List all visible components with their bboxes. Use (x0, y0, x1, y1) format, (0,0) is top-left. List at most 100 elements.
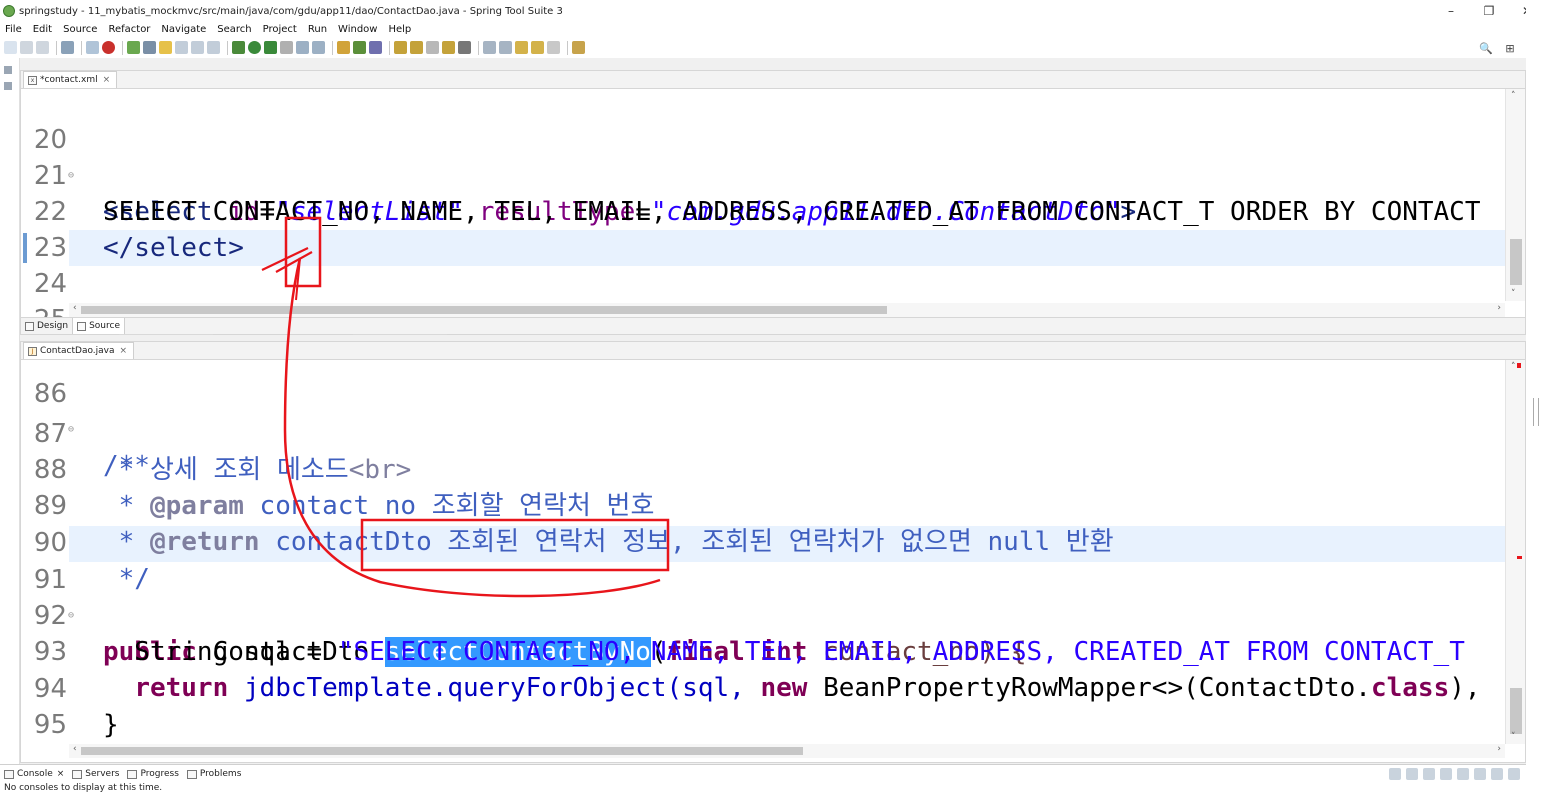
menu-window[interactable]: Window (333, 24, 383, 35)
toolbar-separator (227, 40, 228, 55)
display-console-icon[interactable] (1406, 768, 1418, 780)
xml-editor-pane: x *contact.xml × 20 ⊖ <select id="select… (20, 70, 1526, 335)
scroll-up-icon[interactable]: ˄ (1511, 91, 1516, 101)
tab-problems[interactable]: Problems (186, 769, 241, 779)
new-java-project-icon[interactable] (312, 41, 325, 54)
open-perspective-icon[interactable]: ⊞ (1502, 40, 1518, 56)
menu-search[interactable]: Search (212, 24, 257, 35)
call-end: ), (1449, 673, 1481, 703)
open-task-icon[interactable] (410, 41, 423, 54)
tab-progress[interactable]: Progress (127, 769, 179, 779)
new-icon[interactable] (4, 41, 17, 54)
code-line-22: 22 </select> (21, 158, 244, 263)
scroll-thumb[interactable] (1510, 688, 1522, 734)
scroll-right-icon[interactable]: › (1497, 744, 1501, 754)
scroll-right-icon[interactable]: › (1497, 303, 1501, 313)
tab-close-icon[interactable]: × (103, 75, 111, 85)
annotation-icon[interactable] (426, 41, 439, 54)
minimize-button[interactable]: – (1432, 0, 1470, 22)
pin-console-icon[interactable] (1389, 768, 1401, 780)
skip-breakpoints-icon[interactable] (86, 41, 99, 54)
source-icon (77, 321, 87, 331)
terminal-icon[interactable] (61, 41, 74, 54)
tab-label: ContactDao.java (40, 346, 115, 356)
open-console-icon[interactable] (1423, 768, 1435, 780)
tab-close-icon[interactable]: × (120, 346, 128, 356)
block-selection-icon[interactable] (191, 41, 204, 54)
sql-string: "SELECT CONTACT_NO, NAME, TEL, EMAIL, AD… (337, 637, 1465, 667)
scroll-down-icon[interactable]: ˅ (1511, 289, 1516, 299)
open-type-icon[interactable] (143, 41, 156, 54)
new-package-icon[interactable] (337, 41, 350, 54)
scroll-thumb[interactable] (81, 306, 887, 314)
resize-grip[interactable] (1533, 398, 1539, 426)
save-all-icon[interactable] (36, 41, 49, 54)
design-tab[interactable]: Design (21, 318, 74, 334)
xml-vertical-scrollbar[interactable]: ˄ ˅ (1505, 89, 1525, 301)
xml-code-area[interactable]: 20 ⊖ <select id="selectList" resultType=… (21, 85, 1505, 335)
toolbar-separator (56, 40, 57, 55)
tab-label: *contact.xml (40, 75, 98, 85)
tab-servers[interactable]: Servers (72, 769, 119, 779)
search-folder-icon[interactable] (442, 41, 455, 54)
open-folder-icon[interactable] (394, 41, 407, 54)
tab-contactdao-java[interactable]: J ContactDao.java × (23, 342, 135, 359)
save-icon[interactable] (20, 41, 33, 54)
scroll-left-icon[interactable]: ‹ (73, 744, 77, 754)
last-edit-location-icon[interactable] (515, 41, 528, 54)
scroll-down-icon[interactable]: ˅ (1511, 732, 1516, 742)
restore-icon[interactable] (4, 66, 12, 74)
whitespace-icon[interactable] (207, 41, 220, 54)
scroll-up-icon[interactable]: ˄ (1511, 362, 1516, 372)
toggle-breadcrumb-icon[interactable] (175, 41, 188, 54)
back-icon[interactable] (531, 41, 544, 54)
external-tools-icon[interactable] (280, 41, 293, 54)
new-interface-icon[interactable] (369, 41, 382, 54)
search-icon[interactable]: 🔍 (1478, 40, 1494, 56)
menu-source[interactable]: Source (58, 24, 103, 35)
scroll-thumb[interactable] (81, 747, 803, 755)
code-line-92: 92 String sql = "SELECT CONTACT_NO, NAME… (21, 562, 1465, 667)
new-server-icon[interactable] (296, 41, 309, 54)
scroll-left-icon[interactable]: ‹ (73, 303, 77, 313)
java-horizontal-scrollbar[interactable]: ‹ › (69, 744, 1505, 758)
run-coverage-icon[interactable] (264, 41, 277, 54)
new-class-icon[interactable] (353, 41, 366, 54)
mark-occurrences-icon[interactable] (159, 41, 172, 54)
debug-icon[interactable] (232, 41, 245, 54)
menu-refactor[interactable]: Refactor (103, 24, 156, 35)
scroll-thumb[interactable] (1510, 239, 1522, 285)
tab-close-icon[interactable]: × (57, 769, 65, 779)
menu-help[interactable]: Help (383, 24, 417, 35)
code-line-91: 91 ⊖ public ContactDto selectContactByNo… (21, 526, 1027, 667)
java-editor-pane: J ContactDao.java × 86 ⊖ /** 87 * 상세 조회 … (20, 341, 1526, 763)
menu-project[interactable]: Project (258, 24, 303, 35)
stop-icon[interactable] (102, 41, 115, 54)
view-menu-icon[interactable] (1474, 768, 1486, 780)
menu-navigate[interactable]: Navigate (156, 24, 212, 35)
java-code-area[interactable]: 86 ⊖ /** 87 * 상세 조회 메소드<br> 88 * @param … (21, 360, 1505, 744)
previous-annotation-icon[interactable] (499, 41, 512, 54)
xml-horizontal-scrollbar[interactable]: ‹ › (69, 303, 1505, 317)
menu-run[interactable]: Run (303, 24, 333, 35)
maximize-view-icon[interactable] (1508, 768, 1520, 780)
java-vertical-scrollbar[interactable]: ˄ ˅ (1505, 360, 1525, 744)
next-annotation-icon[interactable] (483, 41, 496, 54)
run-icon[interactable] (248, 41, 261, 54)
package-explorer-icon[interactable] (4, 82, 12, 90)
menu-bar: File Edit Source Refactor Navigate Searc… (0, 22, 1546, 37)
menu-file[interactable]: File (0, 24, 28, 35)
word-wrap-icon[interactable] (1457, 768, 1469, 780)
source-tab[interactable]: Source (73, 318, 125, 334)
right-edge (1526, 0, 1546, 811)
maximize-button[interactable]: ❐ (1470, 0, 1508, 22)
boot-dashboard-icon[interactable] (127, 41, 140, 54)
tab-console[interactable]: Console × (4, 769, 64, 779)
forward-icon[interactable] (547, 41, 560, 54)
pin-editor-icon[interactable] (572, 41, 585, 54)
pin-icon[interactable] (458, 41, 471, 54)
minimize-view-icon[interactable] (1491, 768, 1503, 780)
ide-window: springstudy - 11_mybatis_mockmvc/src/mai… (0, 0, 1546, 811)
scroll-lock-icon[interactable] (1440, 768, 1452, 780)
menu-edit[interactable]: Edit (28, 24, 58, 35)
